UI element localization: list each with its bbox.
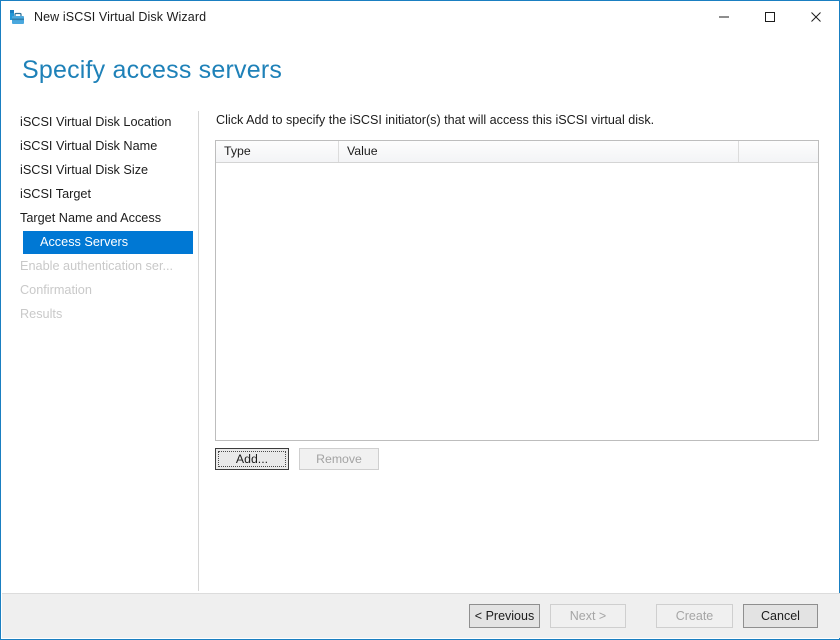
wizard-steps-sidebar: iSCSI Virtual Disk Location iSCSI Virtua…	[2, 111, 199, 591]
maximize-icon[interactable]	[747, 1, 793, 32]
sidebar-item-iscsi-virtual-disk-location[interactable]: iSCSI Virtual Disk Location	[2, 111, 193, 134]
instruction-text: Click Add to specify the iSCSI initiator…	[216, 113, 825, 127]
window-title: New iSCSI Virtual Disk Wizard	[34, 10, 206, 24]
cancel-button[interactable]: Cancel	[743, 604, 818, 628]
next-button: Next >	[550, 604, 626, 628]
sidebar-item-iscsi-virtual-disk-size[interactable]: iSCSI Virtual Disk Size	[2, 159, 193, 182]
sidebar-item-enable-authentication-service: Enable authentication ser...	[2, 255, 193, 278]
table-header-row: Type Value	[216, 141, 818, 163]
column-header-type[interactable]: Type	[216, 141, 339, 162]
sidebar-item-results: Results	[2, 303, 193, 326]
window-controls	[701, 1, 839, 32]
close-icon[interactable]	[793, 1, 839, 32]
title-bar: New iSCSI Virtual Disk Wizard	[1, 1, 839, 32]
add-button[interactable]: Add...	[215, 448, 289, 470]
table-body-empty[interactable]	[216, 163, 818, 440]
sidebar-item-confirmation: Confirmation	[2, 279, 193, 302]
column-header-extra[interactable]	[739, 141, 818, 162]
page-title: Specify access servers	[22, 56, 282, 85]
minimize-icon[interactable]	[701, 1, 747, 32]
main-panel: Click Add to specify the iSCSI initiator…	[215, 101, 825, 470]
access-servers-table[interactable]: Type Value	[215, 140, 819, 441]
iscsi-wizard-icon	[9, 8, 27, 26]
table-actions: Add... Remove	[215, 448, 825, 470]
wizard-footer: < Previous Next > Create Cancel	[2, 593, 840, 638]
page-content: iSCSI Virtual Disk Location iSCSI Virtua…	[2, 101, 840, 595]
remove-button: Remove	[299, 448, 379, 470]
column-header-value[interactable]: Value	[339, 141, 739, 162]
sidebar-item-target-name-and-access[interactable]: Target Name and Access	[2, 207, 193, 230]
previous-button[interactable]: < Previous	[469, 604, 540, 628]
sidebar-item-access-servers[interactable]: Access Servers	[23, 231, 193, 254]
sidebar-item-iscsi-virtual-disk-name[interactable]: iSCSI Virtual Disk Name	[2, 135, 193, 158]
sidebar-item-iscsi-target[interactable]: iSCSI Target	[2, 183, 193, 206]
create-button: Create	[656, 604, 733, 628]
wizard-window: New iSCSI Virtual Disk Wizard Specify ac…	[0, 0, 840, 640]
